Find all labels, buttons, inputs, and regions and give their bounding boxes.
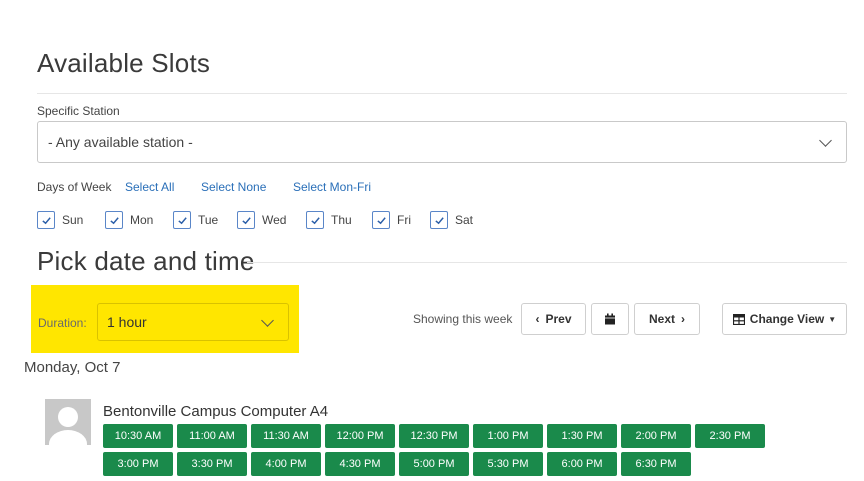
day-label: Sun	[62, 213, 84, 227]
select-none-link[interactable]: Select None	[201, 180, 266, 194]
showing-text: Showing this week	[413, 312, 513, 326]
day-checkbox-mon[interactable]: Mon	[105, 209, 153, 231]
checkbox-checked-icon[interactable]	[237, 211, 255, 229]
change-view-label: Change View	[749, 312, 825, 326]
station-select[interactable]: - Any available station -	[37, 121, 847, 163]
chevron-down-icon	[819, 134, 832, 147]
title-divider	[37, 93, 847, 94]
time-slot-button[interactable]: 11:30 AM	[251, 424, 321, 448]
table-icon	[732, 313, 745, 325]
station-select-value: - Any available station -	[48, 134, 193, 150]
duration-label: Duration:	[38, 316, 87, 330]
chevron-left-icon: ‹	[535, 312, 540, 326]
next-button[interactable]: Next ›	[634, 303, 700, 335]
station-avatar	[45, 399, 91, 445]
time-slot-button[interactable]: 1:30 PM	[547, 424, 617, 448]
time-slot-button[interactable]: 5:30 PM	[473, 452, 543, 476]
chevron-right-icon: ›	[681, 312, 685, 326]
page-title: Available Slots	[37, 48, 211, 78]
checkbox-checked-icon[interactable]	[430, 211, 448, 229]
day-checkbox-wed[interactable]: Wed	[237, 209, 286, 231]
day-label: Sat	[455, 213, 474, 227]
day-label: Fri	[397, 213, 411, 227]
duration-value: 1 hour	[107, 314, 147, 330]
day-label: Thu	[331, 213, 352, 227]
time-slot-button[interactable]: 3:30 PM	[177, 452, 247, 476]
time-slot-button[interactable]: 4:30 PM	[325, 452, 395, 476]
day-checkbox-sat[interactable]: Sat	[430, 209, 473, 231]
time-slot-button[interactable]: 12:30 PM	[399, 424, 469, 448]
calendar-button[interactable]	[591, 303, 629, 335]
date-heading: Monday, Oct 7	[24, 359, 121, 376]
time-slot-button[interactable]: 6:30 PM	[621, 452, 691, 476]
duration-select[interactable]: 1 hour	[97, 303, 289, 341]
time-slot-button[interactable]: 10:30 AM	[103, 424, 173, 448]
checkbox-checked-icon[interactable]	[372, 211, 390, 229]
section-divider	[247, 262, 847, 263]
day-checkbox-fri[interactable]: Fri	[372, 209, 411, 231]
days-label: Days of Week	[37, 180, 112, 194]
time-slot-button[interactable]: 4:00 PM	[251, 452, 321, 476]
prev-label: Prev	[545, 312, 572, 326]
day-checkbox-thu[interactable]: Thu	[306, 209, 352, 231]
day-label: Tue	[198, 213, 219, 227]
station-label: Specific Station	[37, 104, 120, 118]
time-slot-button[interactable]: 3:00 PM	[103, 452, 173, 476]
station-name: Bentonville Campus Computer A4	[103, 403, 329, 420]
day-label: Wed	[262, 213, 287, 227]
time-slot-button[interactable]: 12:00 PM	[325, 424, 395, 448]
checkbox-checked-icon[interactable]	[105, 211, 123, 229]
time-slot-button[interactable]: 2:00 PM	[621, 424, 691, 448]
checkbox-checked-icon[interactable]	[37, 211, 55, 229]
user-placeholder-icon	[49, 407, 87, 445]
time-slot-button[interactable]: 5:00 PM	[399, 452, 469, 476]
checkbox-checked-icon[interactable]	[173, 211, 191, 229]
select-mon-fri-link[interactable]: Select Mon-Fri	[293, 180, 371, 194]
time-slot-button[interactable]: 11:00 AM	[177, 424, 247, 448]
change-view-button[interactable]: Change View ▼	[722, 303, 847, 335]
checkbox-checked-icon[interactable]	[306, 211, 324, 229]
calendar-icon	[605, 313, 615, 325]
caret-down-icon: ▼	[828, 314, 837, 324]
time-slot-button[interactable]: 6:00 PM	[547, 452, 617, 476]
day-checkbox-sun[interactable]: Sun	[37, 209, 83, 231]
day-label: Mon	[130, 213, 154, 227]
time-slot-button[interactable]: 2:30 PM	[695, 424, 765, 448]
select-all-link[interactable]: Select All	[125, 180, 174, 194]
chevron-down-icon	[261, 314, 274, 327]
prev-button[interactable]: ‹ Prev	[521, 303, 586, 335]
time-slot-button[interactable]: 1:00 PM	[473, 424, 543, 448]
next-label: Next	[648, 312, 675, 326]
section-title: Pick date and time	[37, 246, 255, 276]
day-checkbox-tue[interactable]: Tue	[173, 209, 218, 231]
